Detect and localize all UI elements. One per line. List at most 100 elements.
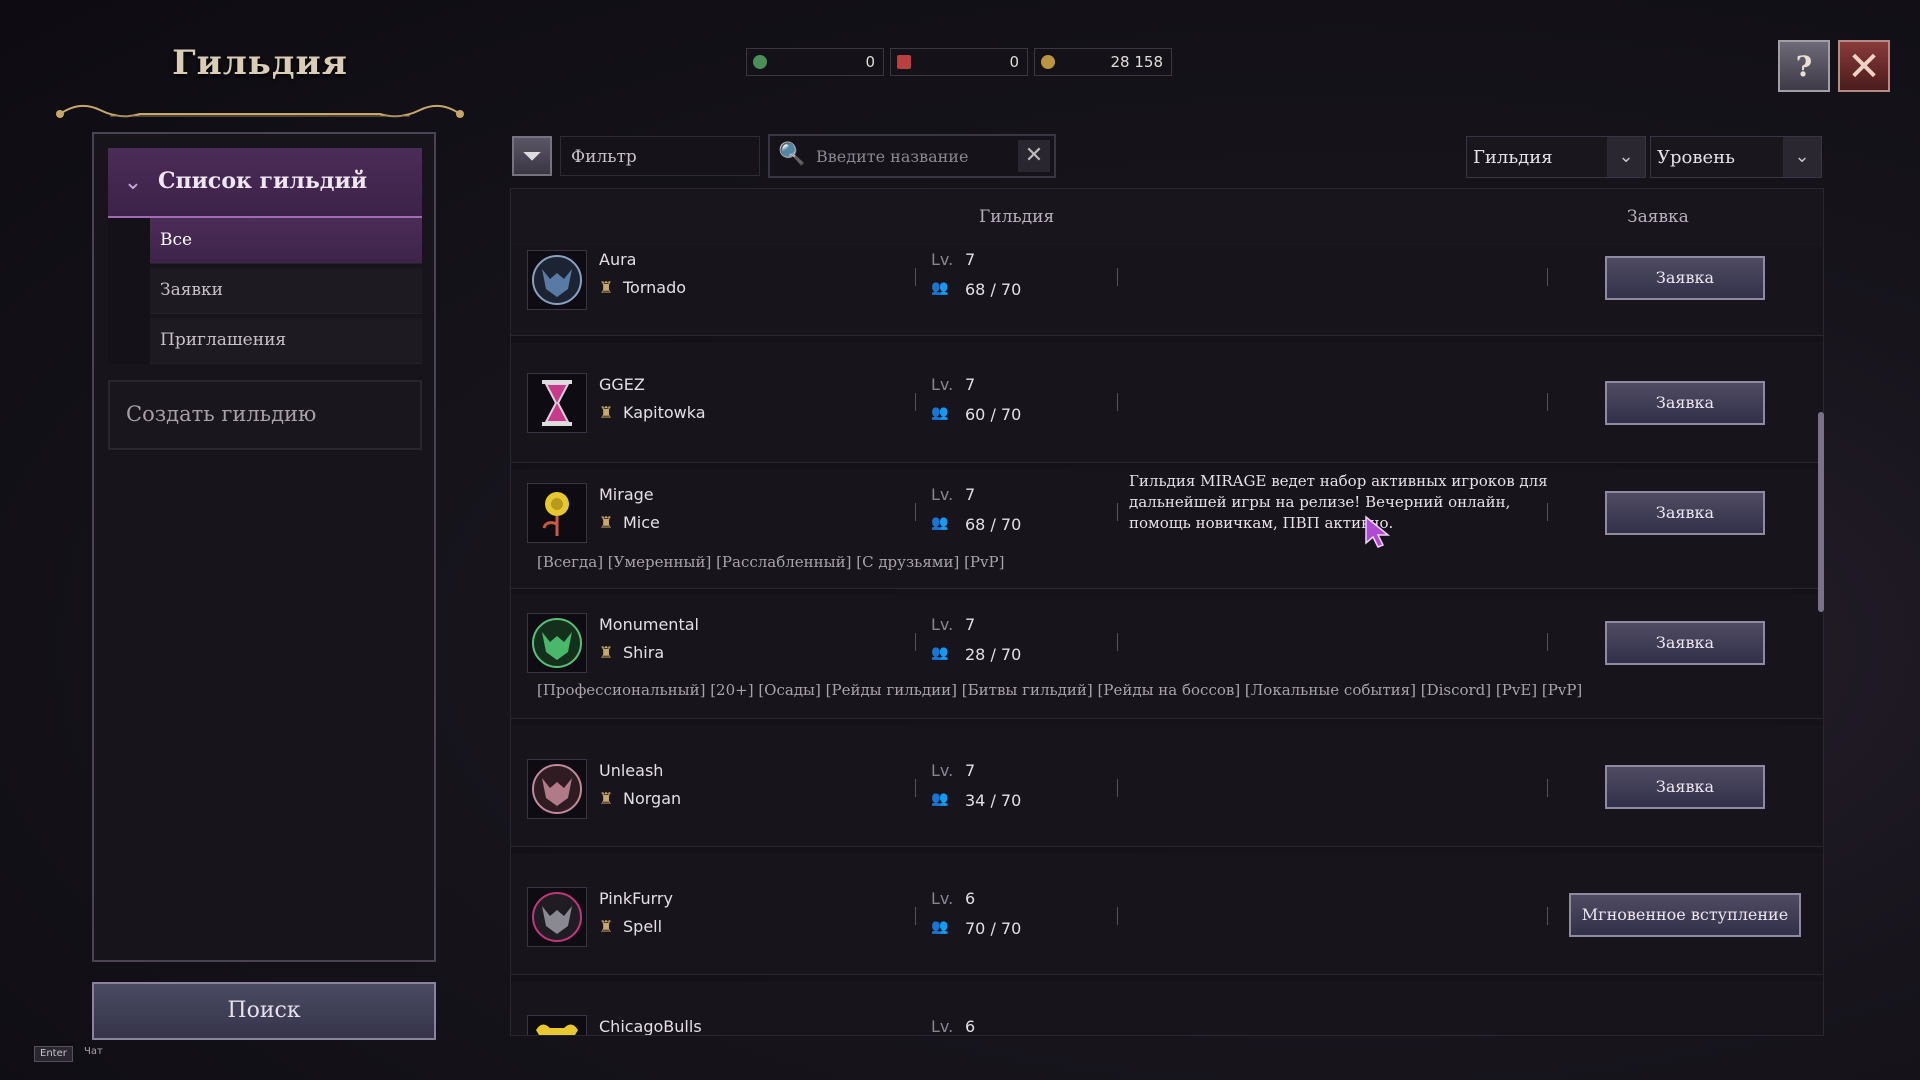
level-label: Lv. <box>931 485 954 504</box>
sidebar-item-applications[interactable]: Заявки <box>150 268 422 314</box>
divider <box>1117 907 1118 925</box>
red-gem-icon <box>897 55 911 69</box>
members-icon: 👥 <box>931 645 949 661</box>
create-guild-button[interactable]: Создать гильдию <box>108 380 422 450</box>
table-row: Monumental ♜ Shira Lv. 7 👥 28 / 70 [Проф… <box>511 595 1823 719</box>
chevron-down-icon: ⌄ <box>123 170 143 195</box>
divider <box>915 268 916 286</box>
apply-button[interactable]: Заявка <box>1605 765 1765 809</box>
hourglass-emblem-icon <box>527 373 587 433</box>
apply-button[interactable]: Заявка <box>1605 381 1765 425</box>
leader-icon: ♜ <box>599 278 614 297</box>
leader-icon: ♜ <box>599 513 614 532</box>
guild-leader: Norgan <box>623 789 682 808</box>
create-guild-label: Создать гильдию <box>126 402 317 426</box>
table-row: Aura ♜ Tornado Lv. 7 👥 68 / 70 Заявка <box>511 244 1823 336</box>
apply-button-label: Заявка <box>1655 633 1715 652</box>
apply-button[interactable]: Заявка <box>1605 256 1765 300</box>
leader-icon: ♜ <box>599 403 614 422</box>
gold-coin-icon <box>1041 55 1055 69</box>
table-row: Unleash ♜ Norgan Lv. 7 👥 34 / 70 Заявка <box>511 725 1823 847</box>
apply-button-label: Заявка <box>1655 777 1715 796</box>
clear-search-button[interactable]: ✕ <box>1018 140 1050 172</box>
divider <box>1547 393 1548 411</box>
currency-gold: 28 158 <box>1034 48 1172 76</box>
divider <box>1117 268 1118 286</box>
filter-field[interactable]: Фильтр <box>560 136 760 176</box>
guild-list-category[interactable]: ⌄ Список гильдий <box>108 148 422 218</box>
column-header-apply: Заявка <box>1627 207 1689 227</box>
guild-members: 34 / 70 <box>965 791 1022 810</box>
title-ornament-icon <box>56 104 464 118</box>
chat-label[interactable]: Чат <box>84 1046 103 1057</box>
instant-join-button[interactable]: Мгновенное вступление <box>1569 893 1801 937</box>
apply-button[interactable]: Заявка <box>1605 621 1765 665</box>
close-icon: ✕ <box>1847 44 1881 90</box>
divider <box>915 393 916 411</box>
dropdown-label: Уровень <box>1657 147 1735 168</box>
level-label: Lv. <box>931 250 954 269</box>
guild-table: Гильдия Заявка Aura ♜ Tornado Lv. 7 👥 68… <box>510 188 1824 1036</box>
level-sort-dropdown[interactable]: Уровень ⌄ <box>1650 136 1822 178</box>
instant-join-label: Мгновенное вступление <box>1581 905 1789 924</box>
divider <box>1547 907 1548 925</box>
guild-sort-dropdown[interactable]: Гильдия ⌄ <box>1466 136 1646 178</box>
rose-emblem-icon <box>527 483 587 543</box>
apply-button[interactable]: Заявка <box>1605 491 1765 535</box>
level-label: Lv. <box>931 1017 954 1036</box>
guild-members: 60 / 70 <box>965 405 1022 424</box>
table-scrollbar[interactable] <box>1818 412 1824 612</box>
level-label: Lv. <box>931 615 954 634</box>
guild-level: 7 <box>965 615 976 634</box>
sidebar-item-invitations[interactable]: Приглашения <box>150 318 422 364</box>
submenu-rail <box>108 218 150 364</box>
table-row: Mirage ♜ Mice Lv. 7 👥 68 / 70 Гильдия MI… <box>511 469 1823 589</box>
guild-name: ChicagoBulls <box>599 1017 702 1036</box>
header: Гильдия <box>30 25 490 118</box>
sidebar-item-label: Заявки <box>160 280 223 300</box>
sidebar-item-all[interactable]: Все <box>150 218 422 264</box>
guild-name: Unleash <box>599 761 664 780</box>
leader-icon: ♜ <box>599 789 614 808</box>
guild-name: Aura <box>599 250 637 269</box>
green-orb-icon <box>753 55 767 69</box>
leader-icon: ♜ <box>599 643 614 662</box>
guild-level: 7 <box>965 250 976 269</box>
sidebar: ⌄ Список гильдий Все Заявки Приглашения … <box>92 132 436 962</box>
guild-members: 68 / 70 <box>965 280 1022 299</box>
guild-level: 7 <box>965 761 976 780</box>
bull-emblem-icon <box>527 1015 587 1035</box>
guild-name: Monumental <box>599 615 699 634</box>
filter-label: Фильтр <box>571 147 637 167</box>
guild-level: 7 <box>965 375 976 394</box>
chevron-down-icon: ⌄ <box>1607 137 1645 177</box>
chevron-down-icon: ⌄ <box>1783 137 1821 177</box>
close-button[interactable]: ✕ <box>1838 40 1890 92</box>
sidebar-item-label: Приглашения <box>160 330 287 350</box>
apply-button-label: Заявка <box>1655 393 1715 412</box>
enter-key-hint: Enter <box>34 1046 73 1062</box>
divider <box>1117 779 1118 797</box>
level-label: Lv. <box>931 761 954 780</box>
help-button[interactable]: ? <box>1778 40 1830 92</box>
table-row: PinkFurry ♜ Spell Lv. 6 👥 70 / 70 Мгнове… <box>511 853 1823 975</box>
sidebar-item-label: Все <box>160 230 193 250</box>
members-icon: 👥 <box>931 919 949 935</box>
members-icon: 👥 <box>931 280 949 296</box>
guild-search-input[interactable] <box>814 142 1008 170</box>
guild-leader: Tornado <box>623 278 687 297</box>
table-header: Гильдия Заявка <box>511 189 1823 245</box>
divider <box>1547 779 1548 797</box>
divider <box>915 907 916 925</box>
guild-leader: Mice <box>623 513 660 532</box>
divider <box>915 503 916 521</box>
currency-green: 0 <box>746 48 884 76</box>
search-button[interactable]: Поиск <box>92 982 436 1040</box>
divider <box>1117 503 1118 521</box>
guild-description: Гильдия MIRAGE ведет набор активных игро… <box>1129 472 1548 532</box>
table-row: ChicagoBulls Lv. 6 <box>511 981 1823 1036</box>
filter-button[interactable]: ⏷ <box>512 136 552 176</box>
divider <box>915 779 916 797</box>
guild-name: PinkFurry <box>599 889 673 908</box>
guild-level: 6 <box>965 889 976 908</box>
